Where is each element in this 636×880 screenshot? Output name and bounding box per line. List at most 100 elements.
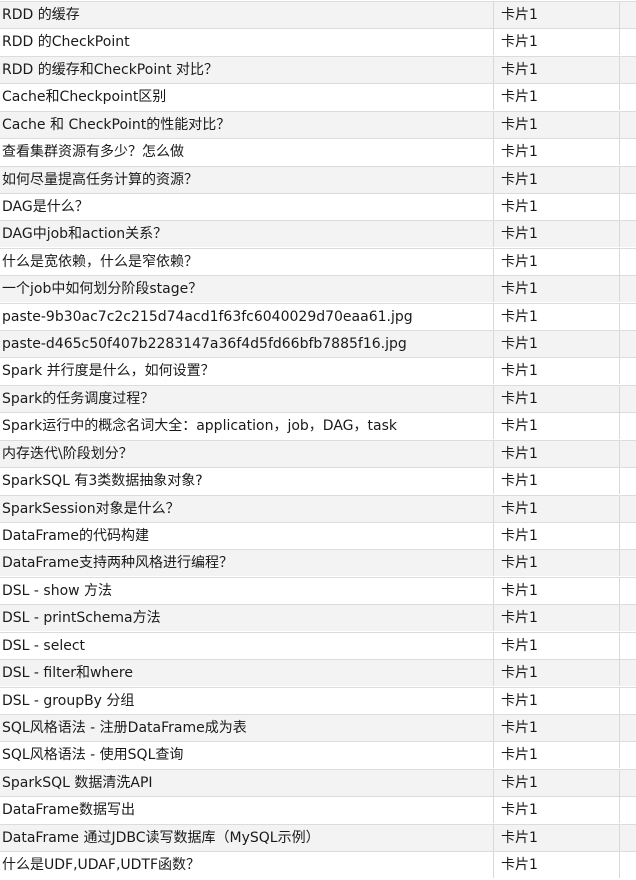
extra-cell	[619, 797, 636, 824]
card-title-cell: Cache 和 CheckPoint的性能对比？	[2, 116, 231, 133]
card-type-cell: 卡片1	[493, 303, 619, 330]
extra-cell	[619, 440, 636, 467]
card-type-cell: 卡片1	[493, 440, 619, 467]
card-title-cell: DSL - select	[2, 637, 86, 654]
card-type-cell: 卡片1	[493, 111, 619, 138]
table-row[interactable]: 什么是UDF,UDAF,UDTF函数？ 卡片1	[0, 851, 636, 879]
table-row[interactable]: Cache 和 CheckPoint的性能对比？ 卡片1	[0, 110, 636, 138]
extra-cell	[619, 632, 636, 659]
extra-cell	[619, 687, 636, 714]
card-title-cell: 如何尽量提高任务计算的资源？	[2, 171, 198, 188]
card-type-cell: 卡片1	[493, 84, 619, 111]
table-row[interactable]: DataFrame的代码构建 卡片1	[0, 521, 636, 549]
extra-cell	[619, 468, 636, 495]
extra-cell	[619, 385, 636, 412]
table-row[interactable]: Spark运行中的概念名词大全：application，job，DAG，task…	[0, 412, 636, 440]
table-row[interactable]: DSL - select 卡片1	[0, 631, 636, 659]
card-type-cell: 卡片1	[493, 29, 619, 56]
extra-cell	[619, 303, 636, 330]
extra-cell	[619, 824, 636, 851]
card-title-cell: 什么是宽依赖，什么是窄依赖？	[2, 253, 198, 270]
extra-cell	[619, 714, 636, 741]
card-type-cell: 卡片1	[493, 714, 619, 741]
table-row[interactable]: DSL - printSchema方法 卡片1	[0, 604, 636, 632]
extra-cell	[619, 605, 636, 632]
card-title-cell: DSL - groupBy 分组	[2, 692, 135, 709]
table-row[interactable]: 查看集群资源有多少？怎么做 卡片1	[0, 138, 636, 166]
table-row[interactable]: SparkSession对象是什么？ 卡片1	[0, 494, 636, 522]
table-row[interactable]: DSL - filter和where 卡片1	[0, 659, 636, 687]
extra-cell	[619, 56, 636, 83]
table-row[interactable]: SparkSQL 数据清洗API 卡片1	[0, 768, 636, 796]
card-title-cell: 什么是UDF,UDAF,UDTF函数？	[2, 857, 201, 874]
card-title-cell: Spark运行中的概念名词大全：application，job，DAG，task	[2, 418, 397, 435]
card-type-cell: 卡片1	[493, 660, 619, 687]
extra-cell	[619, 660, 636, 687]
card-type-cell: 卡片1	[493, 605, 619, 632]
card-type-cell: 卡片1	[493, 742, 619, 769]
card-title-cell: DSL - filter和where	[2, 665, 133, 682]
table-row[interactable]: DAG是什么？ 卡片1	[0, 192, 636, 220]
table-row[interactable]: SQL风格语法 - 注册DataFrame成为表 卡片1	[0, 713, 636, 741]
card-title-cell: SparkSQL 有3类数据抽象对象?	[2, 473, 203, 490]
table-row[interactable]: 一个job中如何划分阶段stage？ 卡片1	[0, 275, 636, 303]
card-type-cell: 卡片1	[493, 824, 619, 851]
card-type-cell: 卡片1	[493, 331, 619, 358]
table-row[interactable]: Cache和Checkpoint区别 卡片1	[0, 83, 636, 111]
card-title-cell: SQL风格语法 - 使用SQL查询	[2, 747, 184, 764]
table-row[interactable]: RDD 的缓存 卡片1	[0, 1, 636, 28]
card-type-cell: 卡片1	[493, 797, 619, 824]
table-row[interactable]: 如何尽量提高任务计算的资源？ 卡片1	[0, 165, 636, 193]
card-type-cell: 卡片1	[493, 385, 619, 412]
table-row[interactable]: DataFrame 通过JDBC读写数据库（MySQL示例） 卡片1	[0, 823, 636, 851]
table-row[interactable]: Spark 并行度是什么，如何设置？ 卡片1	[0, 357, 636, 385]
card-title-cell: SparkSQL 数据清洗API	[2, 774, 153, 791]
table-row[interactable]: DataFrame支持两种风格进行编程？ 卡片1	[0, 549, 636, 577]
extra-cell	[619, 193, 636, 220]
table-row[interactable]: Spark的任务调度过程？ 卡片1	[0, 384, 636, 412]
extra-cell	[619, 221, 636, 248]
extra-cell	[619, 276, 636, 303]
table-row[interactable]: DataFrame数据写出 卡片1	[0, 796, 636, 824]
card-type-cell: 卡片1	[493, 687, 619, 714]
extra-cell	[619, 331, 636, 358]
table-row[interactable]: paste-9b30ac7c2c215d74acd1f63fc6040029d7…	[0, 302, 636, 330]
table-row[interactable]: paste-d465c50f407b2283147a36f4d5fd66bfb7…	[0, 330, 636, 358]
card-title-cell: DAG中job和action关系？	[2, 226, 168, 243]
table-row[interactable]: RDD 的缓存和CheckPoint 对比？ 卡片1	[0, 55, 636, 83]
table-row[interactable]: SparkSQL 有3类数据抽象对象? 卡片1	[0, 467, 636, 495]
card-title-cell: DataFrame的代码构建	[2, 527, 150, 544]
table-row[interactable]: RDD 的CheckPoint 卡片1	[0, 28, 636, 56]
card-type-cell: 卡片1	[493, 166, 619, 193]
extra-cell	[619, 84, 636, 111]
extra-cell	[619, 166, 636, 193]
extra-cell	[619, 2, 636, 28]
extra-cell	[619, 139, 636, 166]
card-title-cell: 内存迭代\阶段划分？	[2, 445, 133, 462]
card-title-cell: DataFrame 通过JDBC读写数据库（MySQL示例）	[2, 829, 320, 846]
table-row[interactable]: DSL - show 方法 卡片1	[0, 576, 636, 604]
card-type-cell: 卡片1	[493, 248, 619, 275]
table-row[interactable]: 内存迭代\阶段划分？ 卡片1	[0, 439, 636, 467]
extra-cell	[619, 413, 636, 440]
table-row[interactable]: DSL - groupBy 分组 卡片1	[0, 686, 636, 714]
card-type-cell: 卡片1	[493, 769, 619, 796]
card-type-cell: 卡片1	[493, 276, 619, 303]
card-title-cell: RDD 的缓存和CheckPoint 对比？	[2, 61, 219, 78]
card-type-cell: 卡片1	[493, 632, 619, 659]
card-type-cell: 卡片1	[493, 468, 619, 495]
extra-cell	[619, 852, 636, 879]
card-type-cell: 卡片1	[493, 550, 619, 577]
card-title-cell: Cache和Checkpoint区别	[2, 89, 167, 106]
card-type-cell: 卡片1	[493, 577, 619, 604]
table-row[interactable]: SQL风格语法 - 使用SQL查询 卡片1	[0, 741, 636, 769]
card-title-cell: Spark的任务调度过程？	[2, 390, 155, 407]
table-row[interactable]: DAG中job和action关系？ 卡片1	[0, 220, 636, 248]
card-type-cell: 卡片1	[493, 495, 619, 522]
card-title-cell: DAG是什么？	[2, 198, 89, 215]
table-row[interactable]: 什么是宽依赖，什么是窄依赖？ 卡片1	[0, 247, 636, 275]
extra-cell	[619, 248, 636, 275]
extra-cell	[619, 111, 636, 138]
extra-cell	[619, 522, 636, 549]
card-title-cell: SQL风格语法 - 注册DataFrame成为表	[2, 719, 247, 736]
